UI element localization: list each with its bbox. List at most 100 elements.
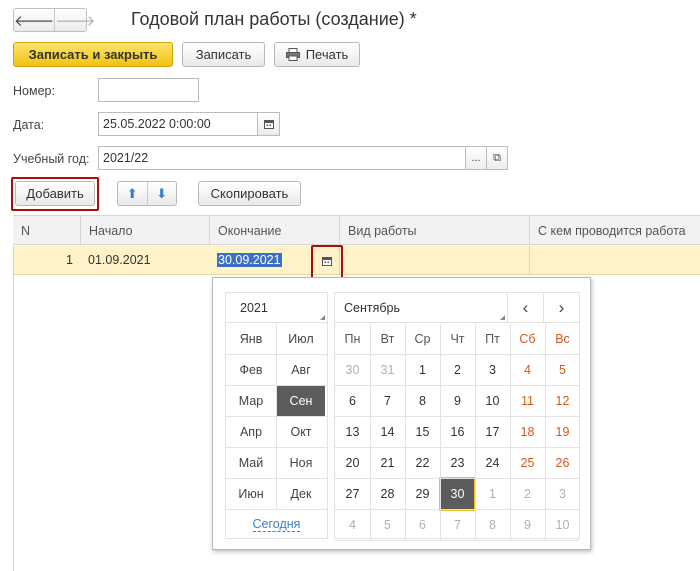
school-year-label: Учебный год: (13, 152, 90, 166)
weekday-header: Вс (555, 332, 570, 346)
open-icon: ⧉ (493, 151, 501, 164)
day-cell[interactable]: 6 (336, 386, 369, 416)
day-cell[interactable]: 25 (511, 448, 544, 478)
month-item[interactable]: Июл (277, 324, 325, 354)
move-up-button[interactable]: ⬆ (118, 182, 147, 205)
day-cell[interactable]: 21 (371, 448, 404, 478)
grid-line (335, 509, 579, 510)
column-header-n[interactable]: N (13, 216, 80, 245)
month-select[interactable]: Сентябрь (335, 293, 508, 323)
number-input[interactable] (98, 78, 199, 102)
month-item[interactable]: Окт (277, 417, 325, 447)
save-button[interactable]: Записать (182, 42, 265, 67)
grid-line (276, 324, 277, 510)
day-cell[interactable]: 1 (476, 479, 509, 509)
day-cell[interactable]: 3 (476, 355, 509, 385)
day-cell[interactable]: 1 (406, 355, 439, 385)
date-input[interactable]: 25.05.2022 0:00:00 (98, 112, 258, 136)
table-row[interactable]: 1 01.09.2021 30.09.2021 (13, 246, 700, 275)
day-cell[interactable]: 2 (441, 355, 474, 385)
cell-start[interactable]: 01.09.2021 (88, 246, 208, 274)
day-cell[interactable]: 7 (441, 510, 474, 540)
day-cell[interactable]: 2 (511, 479, 544, 509)
prev-month-button[interactable]: ‹ (508, 293, 544, 323)
day-cell[interactable]: 4 (511, 355, 544, 385)
copy-button[interactable]: Скопировать (198, 181, 301, 206)
save-and-close-button[interactable]: Записать и закрыть (13, 42, 173, 67)
weekday-header: Сб (519, 332, 536, 346)
grid-line (545, 324, 546, 541)
day-cell[interactable]: 30 (336, 355, 369, 385)
ellipsis-icon: ... (471, 152, 481, 164)
day-cell[interactable]: 9 (511, 510, 544, 540)
month-item[interactable]: Май (227, 448, 275, 478)
school-year-open-button[interactable]: ⧉ (487, 146, 508, 170)
date-calendar-button[interactable] (258, 112, 280, 136)
day-cell[interactable]: 9 (441, 386, 474, 416)
month-item[interactable]: Авг (277, 355, 325, 385)
day-cell[interactable]: 31 (371, 355, 404, 385)
move-down-button[interactable]: ⬇ (146, 182, 177, 205)
day-cell[interactable]: 20 (336, 448, 369, 478)
weekday-header: Вт (380, 332, 395, 346)
day-cell[interactable]: 26 (546, 448, 579, 478)
print-button[interactable]: Печать (274, 42, 360, 67)
number-label: Номер: (13, 84, 55, 98)
cell-end[interactable]: 30.09.2021 (217, 246, 317, 274)
column-header-end[interactable]: Окончание (209, 216, 339, 245)
day-cell[interactable]: 18 (511, 417, 544, 447)
day-cell[interactable]: 3 (546, 479, 579, 509)
column-header-with-whom[interactable]: С кем проводится работа (529, 216, 700, 245)
day-cell[interactable]: 12 (546, 386, 579, 416)
day-cell[interactable]: 14 (371, 417, 404, 447)
month-item[interactable]: Ноя (277, 448, 325, 478)
move-buttons-group: ⬆ ⬇ (117, 181, 177, 206)
day-cell[interactable]: 8 (476, 510, 509, 540)
day-cell[interactable]: 10 (546, 510, 579, 540)
calendar-icon (263, 120, 274, 129)
nav-group: 🡐 🡒 (13, 8, 95, 32)
cell-end-input[interactable]: 30.09.2021 (217, 253, 282, 267)
month-item[interactable]: Апр (227, 417, 275, 447)
month-panel: 2021 Янв Фев Мар Апр Май Июн Июл Авг Сен Окт Ноя Де… (225, 292, 328, 539)
table-left-border (13, 245, 14, 571)
month-item[interactable]: Фев (227, 355, 275, 385)
day-cell[interactable]: 22 (406, 448, 439, 478)
day-cell[interactable]: 17 (476, 417, 509, 447)
column-header-type[interactable]: Вид работы (339, 216, 529, 245)
arrow-up-icon: ⬆ (126, 185, 138, 201)
day-cell-selected[interactable]: 30 (439, 477, 476, 511)
day-cell[interactable]: 10 (476, 386, 509, 416)
day-cell[interactable]: 7 (371, 386, 404, 416)
day-cell[interactable]: 4 (336, 510, 369, 540)
day-cell[interactable]: 11 (511, 386, 544, 416)
day-cell[interactable]: 27 (336, 479, 369, 509)
school-year-select-button[interactable]: ... (466, 146, 487, 170)
forward-button[interactable]: 🡒 (54, 9, 95, 31)
day-cell[interactable]: 15 (406, 417, 439, 447)
day-cell[interactable]: 5 (371, 510, 404, 540)
year-select[interactable]: 2021 (226, 293, 327, 323)
today-link[interactable]: Сегодня (252, 517, 301, 532)
month-item[interactable]: Сен (277, 386, 325, 416)
day-cell[interactable]: 8 (406, 386, 439, 416)
school-year-input[interactable]: 2021/22 (98, 146, 466, 170)
day-cell[interactable]: 5 (546, 355, 579, 385)
day-cell[interactable]: 29 (406, 479, 439, 509)
day-cell[interactable]: 16 (441, 417, 474, 447)
day-cell[interactable]: 23 (441, 448, 474, 478)
day-cell[interactable]: 13 (336, 417, 369, 447)
day-cell[interactable]: 28 (371, 479, 404, 509)
cell-type[interactable] (339, 246, 529, 274)
next-month-button[interactable]: › (544, 293, 579, 323)
day-cell[interactable]: 24 (476, 448, 509, 478)
month-item[interactable]: Янв (227, 324, 275, 354)
cell-with-whom[interactable] (529, 246, 700, 274)
month-item[interactable]: Дек (277, 479, 325, 509)
month-item[interactable]: Мар (227, 386, 275, 416)
back-button[interactable]: 🡐 (14, 9, 54, 31)
day-cell[interactable]: 6 (406, 510, 439, 540)
month-item[interactable]: Июн (227, 479, 275, 509)
day-cell[interactable]: 19 (546, 417, 579, 447)
column-header-start[interactable]: Начало (80, 216, 209, 245)
